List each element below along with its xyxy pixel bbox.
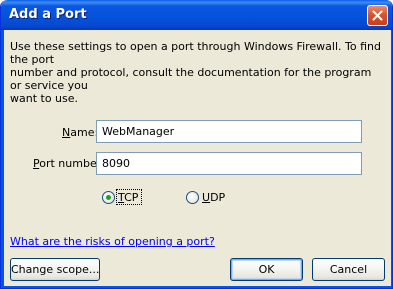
- udp-label-rest: DP: [210, 191, 226, 204]
- tcp-label-rest: CP: [124, 191, 139, 204]
- name-label: Name:: [62, 126, 98, 139]
- add-port-dialog: Add a Port Use these settings to open a …: [0, 0, 393, 289]
- title-bar[interactable]: Add a Port: [1, 0, 392, 30]
- tcp-label[interactable]: TCP: [118, 191, 138, 204]
- name-label-rest: ame:: [70, 126, 99, 139]
- port-number-label: Port number:: [33, 157, 105, 170]
- close-button[interactable]: [367, 5, 388, 26]
- window-title: Add a Port: [9, 7, 87, 22]
- close-icon: [372, 10, 383, 21]
- name-label-mnemonic: N: [62, 126, 71, 139]
- name-input[interactable]: WebManager: [96, 120, 362, 143]
- ok-button[interactable]: OK: [230, 258, 303, 281]
- radio-selected-dot: [106, 195, 111, 200]
- cancel-button[interactable]: Cancel: [312, 258, 385, 281]
- description-text: Use these settings to open a port throug…: [10, 40, 381, 105]
- udp-label[interactable]: UDP: [202, 191, 225, 204]
- window-border-left: [1, 30, 4, 288]
- port-number-input[interactable]: 8090: [96, 152, 362, 175]
- udp-label-mnemonic: U: [202, 191, 211, 204]
- change-scope-button[interactable]: Change scope...: [10, 258, 100, 281]
- port-risks-link[interactable]: What are the risks of opening a port?: [10, 235, 215, 248]
- udp-radio[interactable]: [186, 191, 199, 204]
- tcp-radio[interactable]: [102, 191, 115, 204]
- port-number-label-rest: ort number:: [39, 157, 105, 170]
